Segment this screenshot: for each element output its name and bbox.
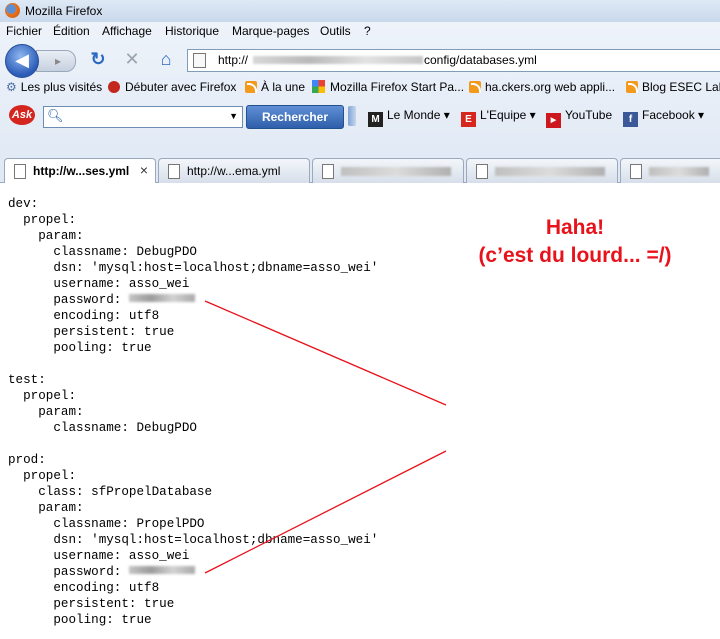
stop-icon[interactable]: ✕ [121,48,143,70]
page-icon [476,164,488,179]
bookmarks-toolbar: ⚙ Les plus visités Débuter avec Firefox À… [0,78,720,98]
navigation-bar: ▸ ◀ ↻ ✕ ⌂ http:// config/databases.yml [0,42,720,78]
search-icon: 🔍︎ [47,108,64,123]
address-bar[interactable]: http:// config/databases.yml [187,49,720,72]
gear-icon: ⚙ [6,80,17,94]
url-suffix: config/databases.yml [424,53,537,67]
tab-redacted-1[interactable] [312,158,464,183]
page-icon [14,164,26,179]
toolbar-link-lequipe[interactable]: E L'Equipe ▾ [461,108,536,127]
toolbar-link-youtube[interactable]: ▶ YouTube [546,108,612,128]
page-icon [322,164,334,179]
tab-title-redacted [649,167,709,176]
menu-edition[interactable]: Édition [53,24,90,38]
facebook-icon: f [623,112,638,127]
reload-icon[interactable]: ↻ [87,48,109,70]
page-icon [630,164,642,179]
url-redacted [253,56,423,64]
window-titlebar: Mozilla Firefox [0,0,720,23]
menu-outils[interactable]: Outils [320,24,351,38]
lequipe-icon: E [461,112,476,127]
tab-schema-yml[interactable]: http://w...ema.yml [158,158,310,183]
lemonde-icon: M [368,112,383,127]
tab-strip: http://w...ses.yml × http://w...ema.yml [0,154,720,184]
arrow-to-prod-password [204,450,447,574]
tab-title-redacted [341,167,451,176]
window-title: Mozilla Firefox [25,4,103,18]
close-icon[interactable]: × [140,162,148,178]
ask-logo-icon[interactable]: Ask [9,105,35,125]
toolbar-separator [348,106,356,126]
url-prefix: http:// [218,53,249,67]
search-input[interactable]: 🔍︎ ▼ [43,106,243,128]
back-button[interactable]: ◀ [5,44,39,78]
toolbar-link-facebook[interactable]: f Facebook ▾ [623,108,704,127]
rss-icon [469,81,481,93]
home-icon[interactable]: ⌂ [155,48,177,70]
tab-title-redacted [495,167,605,176]
tab-databases-yml[interactable]: http://w...ses.yml × [4,158,156,184]
arrow-to-dev-password [204,300,447,406]
bookmark-hackers-org[interactable]: ha.ckers.org web appli... [469,80,615,94]
browser-chrome: Fichier Édition Affichage Historique Mar… [0,22,720,184]
tab-redacted-3[interactable] [620,158,720,183]
menu-historique[interactable]: Historique [165,24,219,38]
rss-icon [245,81,257,93]
firefox-red-icon [108,81,120,93]
page-icon [168,164,180,179]
annotation-text: Haha! (c’est du lourd... =/) [440,214,710,270]
tab-redacted-2[interactable] [466,158,618,183]
menu-fichier[interactable]: Fichier [6,24,42,38]
menu-help[interactable]: ? [364,24,371,38]
search-button[interactable]: Rechercher [246,105,344,129]
bookmark-debuter-avec-firefox[interactable]: Débuter avec Firefox [108,80,236,94]
bookmark-les-plus-visites[interactable]: ⚙ Les plus visités [6,80,102,94]
bookmark-a-la-une[interactable]: À la une [245,80,305,94]
google-icon [312,80,325,93]
page-icon [193,53,206,68]
forward-button[interactable]: ▸ [36,50,76,72]
bookmark-blog-esec-lab[interactable]: Blog ESEC Lab [626,80,720,94]
annotation-line-1: Haha! [545,216,605,239]
menu-marque-pages[interactable]: Marque-pages [232,24,309,38]
menu-affichage[interactable]: Affichage [102,24,152,38]
rss-icon [626,81,638,93]
firefox-icon [5,3,20,18]
annotation-line-2: (c’est du lourd... =/) [478,244,672,267]
menu-bar: Fichier Édition Affichage Historique Mar… [0,22,720,41]
ask-toolbar: Ask 🔍︎ ▼ Rechercher M Le Monde ▾ E L'Equip… [0,102,720,130]
chevron-down-icon[interactable]: ▼ [229,111,238,121]
youtube-icon: ▶ [546,113,561,128]
toolbar-link-le-monde[interactable]: M Le Monde ▾ [368,108,450,127]
bookmark-mozilla-start[interactable]: Mozilla Firefox Start Pa... [312,80,464,94]
